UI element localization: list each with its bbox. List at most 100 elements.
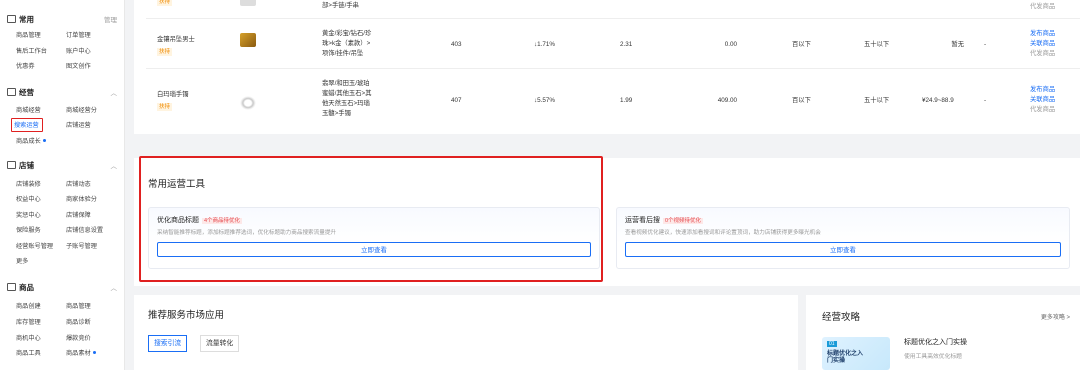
goods-icon [7, 283, 16, 291]
card-desc: 查看视频优化建议，快速添加看搜词和评论置顶词，助力店铺获得更多曝光机会 [625, 230, 821, 236]
tools-highlight [139, 156, 603, 282]
sidebar-item-shop-news[interactable]: 店铺动态 [66, 180, 91, 189]
category-cell: 部>手链/手串 [322, 2, 359, 9]
sidebar-item-insurance[interactable]: 保险服务 [16, 226, 41, 235]
change-rate: ↓1.71% [534, 41, 556, 48]
new-dot-icon [92, 351, 96, 354]
support-badge: 扶持 [157, 103, 173, 111]
view-now-button[interactable]: 立即查看 [625, 242, 1061, 257]
article-title[interactable]: 标题优化之入门实操 [904, 337, 967, 347]
publish-link[interactable]: 发布商品 [1030, 86, 1055, 95]
sidebar-item-shop-info[interactable]: 店铺信息设置 [66, 226, 103, 235]
guide-title: 经营攻略 [822, 312, 861, 323]
price-range: ¥24.9~88.9 [922, 97, 954, 104]
sidebar-item-bidding[interactable]: 爆款竞价 [66, 334, 91, 343]
pending-badge: 0个视频待优化 [663, 218, 704, 224]
search-count: 403 [451, 41, 462, 48]
sidebar-item-opportunity[interactable]: 商机中心 [16, 334, 41, 343]
support-badge: 扶持 [157, 0, 173, 6]
collapse-icon[interactable]: ︿ [111, 282, 118, 292]
sidebar-item-tools[interactable]: 商品工具 [16, 349, 41, 358]
common-icon [7, 15, 16, 23]
sidebar-item-reward[interactable]: 奖惩中心 [16, 211, 41, 220]
sidebar-item-order-manage[interactable]: 订单管理 [66, 31, 91, 40]
collapse-icon[interactable]: ︿ [111, 87, 118, 97]
dash: - [984, 97, 987, 104]
card-title: 运营看后搜 0个视频待优化 [625, 217, 704, 224]
section-common: 常用 管理 [7, 14, 117, 24]
sidebar-item-op-account[interactable]: 经营账号管理 [16, 242, 53, 251]
section-goods: 商品 ︿ [7, 282, 117, 292]
sidebar-item-sub-account[interactable]: 子账号管理 [66, 242, 97, 251]
amount: 0.00 [724, 41, 737, 48]
article-desc: 使用工具高效优化标题 [904, 354, 962, 360]
sidebar-item-decoration[interactable]: 店铺装修 [16, 180, 41, 189]
collapse-icon[interactable]: ︿ [111, 160, 118, 170]
sidebar-item-growth[interactable]: 商品成长 [16, 137, 46, 146]
market-title: 推荐服务市场应用 [148, 310, 225, 321]
product-name[interactable]: 金镶吊坠男士 [157, 36, 195, 45]
level-1: 百以下 [792, 41, 811, 48]
category-line: 珠>k金（素款）> [322, 40, 371, 47]
category-line: 翡翠/和田玉/琥珀 [322, 80, 370, 87]
section-operations: 经营 ︿ [7, 87, 117, 97]
level-1: 百以下 [792, 97, 811, 104]
sidebar-item-aftersale[interactable]: 售后工作台 [16, 47, 47, 56]
dash: - [984, 41, 987, 48]
row-divider [146, 68, 1080, 69]
level-2: 五十以下 [864, 41, 890, 48]
tab-conversion[interactable]: 流量转化 [200, 335, 240, 352]
sidebar-item-mall-score[interactable]: 商城经营分 [66, 106, 97, 115]
sidebar-item-graphic[interactable]: 图文创作 [66, 62, 91, 71]
sidebar-item-material[interactable]: 商品素材 [66, 349, 96, 358]
manage-link[interactable]: 管理 [104, 14, 117, 24]
category-line: 他天然玉石>玛瑙 [322, 100, 370, 107]
sidebar-item-goods-mgmt[interactable]: 商品管理 [66, 302, 91, 311]
category-line: 蜜蜡/其他玉石>其 [322, 90, 372, 97]
tab-search-traffic[interactable]: 搜索引流 [148, 335, 188, 352]
dropship-link[interactable]: 代发商品 [1030, 106, 1055, 115]
card-video-search: 运营看后搜 0个视频待优化 查看视频优化建议，快速添加看搜词和评论置顶词，助力店铺… [616, 207, 1070, 269]
sidebar-item-coupon[interactable]: 优惠券 [16, 62, 35, 71]
sidebar-item-guarantee[interactable]: 店铺保障 [66, 211, 91, 220]
sidebar-item-shop-ops[interactable]: 店铺运营 [66, 121, 91, 130]
sidebar-item-experience[interactable]: 商家体验分 [66, 195, 97, 204]
cover-text: 标题优化之入门实操 [827, 351, 864, 364]
search-count: 407 [451, 97, 462, 104]
new-dot-icon [42, 139, 46, 142]
sidebar-item-more[interactable]: 更多 [16, 257, 28, 266]
more-guides-link[interactable]: 更多攻略 > [1041, 312, 1070, 321]
ratio: 2.31 [620, 41, 633, 48]
publish-link[interactable]: 发布商品 [1030, 30, 1055, 39]
category-line: 玉髓>手镯 [322, 110, 351, 117]
relate-link[interactable]: 关联商品 [1030, 40, 1055, 49]
row-divider [146, 18, 1080, 19]
guide-panel: 经营攻略 更多攻略 > 01 标题优化之入门实操 标题优化之入门实操 使用工具高… [806, 295, 1080, 370]
product-name[interactable]: 白玛瑙手镯 [157, 91, 188, 100]
article-cover[interactable]: 01 标题优化之入门实操 [822, 337, 890, 370]
product-thumb [240, 96, 256, 110]
product-thumb [240, 0, 256, 6]
sidebar-item-stock[interactable]: 库存管理 [16, 318, 41, 327]
amount: 409.00 [717, 97, 737, 104]
section-shop: 店铺 ︿ [7, 160, 117, 170]
shop-icon [7, 161, 16, 169]
sidebar: 常用 管理 商品管理 订单管理 售后工作台 账户中心 优惠券 图文创作 经营 ︿… [0, 0, 125, 370]
sidebar-item-goods-manage[interactable]: 商品管理 [16, 31, 41, 40]
level-2: 五十以下 [864, 97, 890, 104]
dropship-link[interactable]: 代发商品 [1030, 3, 1055, 12]
price-range: 暂无 [951, 41, 964, 48]
sidebar-item-rights[interactable]: 权益中心 [16, 195, 41, 204]
relate-link[interactable]: 关联商品 [1030, 96, 1055, 105]
sidebar-item-diagnosis[interactable]: 商品诊断 [66, 318, 91, 327]
product-thumb [240, 33, 256, 47]
sidebar-item-mall[interactable]: 商城经营 [16, 106, 41, 115]
ratio: 1.99 [620, 97, 633, 104]
operations-icon [7, 88, 16, 96]
cover-tag: 01 [827, 341, 837, 347]
dropship-link[interactable]: 代发商品 [1030, 50, 1055, 59]
category-line: 项饰/挂件/吊坠 [322, 50, 364, 57]
sidebar-item-create[interactable]: 商品创建 [16, 302, 41, 311]
search-ops-highlight [11, 118, 43, 132]
sidebar-item-account[interactable]: 账户中心 [66, 47, 91, 56]
